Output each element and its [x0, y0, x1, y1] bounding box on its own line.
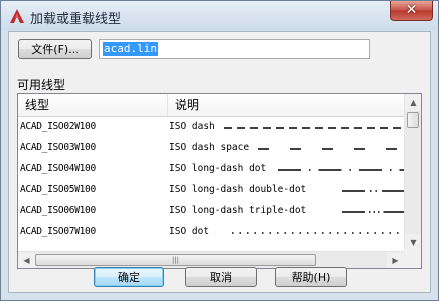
linetype-preview — [232, 232, 404, 234]
column-header-linetype[interactable]: 线型 — [18, 94, 168, 116]
linetype-preview — [258, 148, 404, 150]
table-row[interactable]: ACAD_ISO04W100 ISO long-dash dot — [18, 159, 404, 180]
linetype-description: ISO dash space — [169, 142, 250, 153]
scroll-grip-icon: ||| — [171, 256, 180, 264]
linetype-list[interactable]: 线型 说明 ACAD_ISO02W100 ISO dash ACAD_ISO03… — [17, 93, 422, 269]
cancel-button[interactable]: 取消 — [185, 267, 257, 287]
title-bar: 加载或重载线型 ✕ — [1, 1, 438, 31]
table-row[interactable]: ACAD_ISO02W100 ISO dash — [18, 117, 404, 138]
load-reload-linetypes-dialog: 加载或重载线型 ✕ 文件(F)... acad.lin 可用线型 线型 说明 A… — [0, 0, 439, 301]
scroll-left-icon[interactable]: ◀ — [18, 252, 35, 268]
linetype-description: ISO long-dash double-dot — [169, 184, 307, 195]
table-row[interactable]: ACAD_ISO07W100 ISO dot — [18, 222, 404, 243]
available-linetypes-label: 可用线型 — [17, 78, 66, 92]
linetype-description: ISO dash — [169, 121, 215, 132]
linetype-name: ACAD_ISO07W100 — [20, 226, 96, 237]
linetype-name: ACAD_ISO05W100 — [20, 184, 96, 195]
linetype-description: ISO long-dash dot — [169, 163, 267, 174]
list-header: 线型 说明 — [18, 94, 404, 117]
linetype-preview — [342, 190, 404, 192]
table-row[interactable]: ACAD_ISO05W100 ISO long-dash double-dot — [18, 180, 404, 201]
file-name-selected-text: acad.lin — [103, 42, 158, 56]
linetype-name: ACAD_ISO03W100 — [20, 142, 96, 153]
vertical-scroll-thumb[interactable] — [407, 112, 419, 128]
ok-button[interactable]: 确定 — [94, 267, 164, 287]
table-row[interactable]: ACAD_ISO06W100 ISO long-dash triple-dot — [18, 201, 404, 222]
close-button[interactable]: ✕ — [390, 1, 433, 21]
autocad-logo-icon — [10, 9, 24, 23]
close-icon: ✕ — [405, 2, 418, 18]
linetype-preview — [278, 169, 404, 171]
column-header-description[interactable]: 说明 — [175, 94, 199, 116]
linetype-preview — [224, 127, 404, 129]
linetype-name: ACAD_ISO02W100 — [20, 121, 96, 132]
horizontal-scroll-thumb[interactable]: ||| — [35, 254, 316, 266]
dialog-body: 文件(F)... acad.lin 可用线型 线型 说明 ACAD_ISO02W… — [8, 31, 431, 293]
linetype-description: ISO dot — [169, 226, 210, 237]
linetype-file-field[interactable]: acad.lin — [99, 39, 370, 59]
linetype-preview — [342, 211, 404, 213]
linetype-name: ACAD_ISO04W100 — [20, 163, 96, 174]
scroll-up-icon[interactable]: ▲ — [405, 94, 421, 111]
linetype-description: ISO long-dash triple-dot — [169, 205, 307, 216]
scroll-down-icon[interactable]: ▼ — [405, 234, 421, 251]
window-title: 加载或重载线型 — [30, 12, 122, 27]
scrollbar-corner — [404, 251, 421, 268]
scroll-right-icon[interactable]: ▶ — [387, 252, 404, 268]
vertical-scrollbar[interactable]: ▲ ▼ — [404, 94, 421, 251]
linetype-name: ACAD_ISO06W100 — [20, 205, 96, 216]
file-button[interactable]: 文件(F)... — [18, 39, 92, 59]
help-button[interactable]: 帮助(H) — [275, 267, 347, 287]
table-row[interactable]: ACAD_ISO03W100 ISO dash space — [18, 138, 404, 159]
